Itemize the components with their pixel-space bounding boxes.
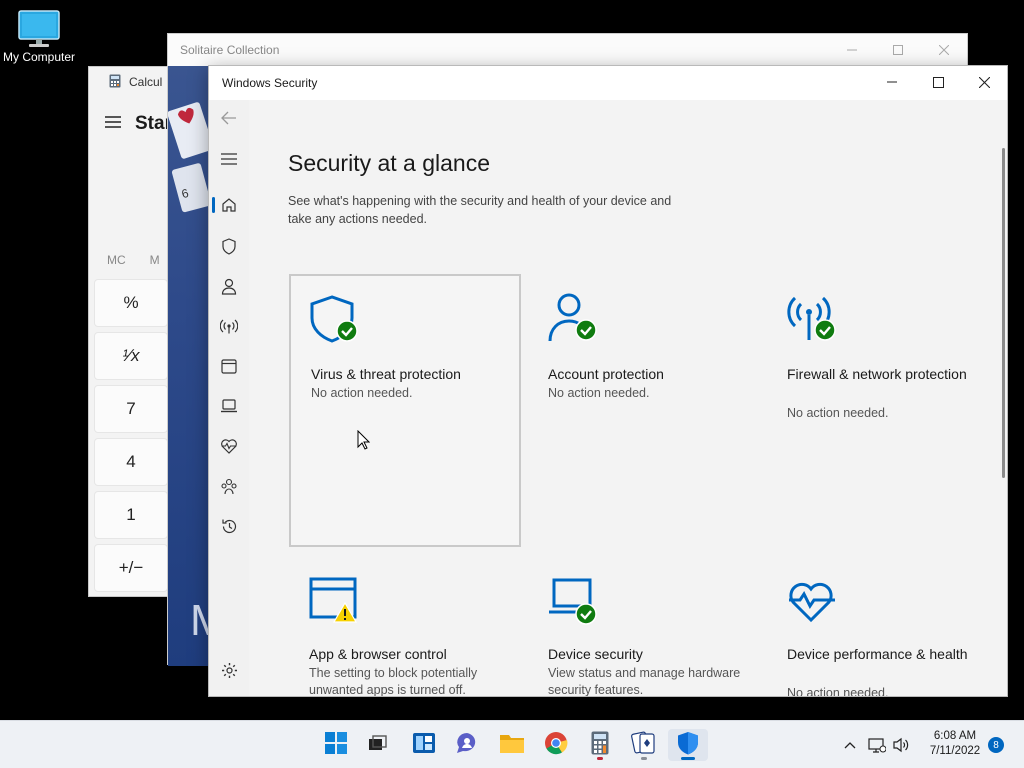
card-status: No action needed. [787, 686, 889, 696]
page-title: Security at a glance [288, 150, 491, 176]
nav-app-browser-icon[interactable] [209, 351, 249, 381]
running-indicator [681, 757, 695, 760]
minimize-button[interactable] [869, 66, 915, 98]
back-arrow-icon[interactable] [209, 103, 249, 133]
device-performance-card[interactable]: Device performance & health No action ne… [769, 556, 1001, 696]
card-status: View status and manage hardware security… [548, 666, 741, 696]
vertical-scrollbar[interactable] [1002, 148, 1005, 478]
nav-settings-gear-icon[interactable] [209, 655, 249, 685]
virus-threat-card[interactable]: Virus & threat protection No action need… [289, 274, 521, 547]
page-subtitle: See what's happening with the security a… [288, 194, 672, 226]
nav-history-icon[interactable] [209, 511, 249, 541]
card-title: Firewall & network protection [787, 366, 967, 382]
security-nav-rail [209, 100, 249, 696]
device-security-card[interactable]: Device security View status and manage h… [529, 556, 761, 696]
digit-1-key[interactable]: 1 [94, 491, 168, 539]
chat-icon [455, 732, 479, 759]
desktop-icon-my-computer[interactable]: My Computer [0, 8, 78, 64]
solitaire-close-button[interactable] [921, 34, 967, 66]
digit-7-key[interactable]: 7 [94, 385, 168, 433]
memory-recall-button[interactable]: M [150, 253, 160, 267]
playing-cards-icon [631, 731, 657, 760]
desktop-icon-label: My Computer [2, 50, 76, 64]
close-button[interactable] [961, 66, 1007, 98]
taskbar-file-explorer[interactable] [492, 729, 532, 761]
reciprocal-key[interactable]: ¹∕x [94, 332, 168, 380]
clock-time: 6:08 AM [933, 730, 977, 742]
security-shield-icon [677, 731, 699, 760]
laptop-check-icon [548, 576, 600, 628]
widgets-icon [412, 732, 436, 759]
digit-4-key[interactable]: 4 [94, 438, 168, 486]
shield-check-icon [309, 294, 361, 346]
nav-family-icon[interactable] [209, 471, 249, 501]
notification-badge[interactable]: 8 [988, 737, 1004, 753]
taskbar: 6:08 AM 7/11/2022 8 [0, 720, 1024, 768]
nav-home-icon[interactable] [209, 190, 249, 220]
card-title: Virus & threat protection [311, 366, 461, 382]
windows-security-window[interactable]: Windows Security Security at a glance Se… [208, 65, 1008, 697]
browser-warning-icon [309, 576, 361, 628]
security-window-title: Windows Security [222, 76, 318, 90]
taskbar-task-view[interactable] [358, 729, 398, 761]
taskbar-solitaire[interactable] [624, 729, 664, 761]
nav-device-security-icon[interactable] [209, 391, 249, 421]
card-title: Device performance & health [787, 646, 968, 662]
volume-icon[interactable] [890, 737, 912, 753]
card-status: No action needed. [548, 386, 650, 400]
card-title: Device security [548, 646, 643, 662]
calculator-title: Calcul [129, 75, 163, 89]
negate-key[interactable]: +/− [94, 544, 168, 592]
taskbar-chrome[interactable] [536, 729, 576, 761]
folder-icon [499, 732, 525, 759]
windows-logo-icon [325, 731, 347, 759]
nav-account-icon[interactable] [209, 271, 249, 301]
taskbar-calculator[interactable] [580, 729, 620, 761]
taskbar-chat[interactable] [447, 729, 487, 761]
calculator-app-icon [109, 74, 121, 91]
security-main-content: Security at a glance See what's happenin… [249, 100, 1007, 696]
clock-date: 7/11/2022 [929, 745, 981, 757]
card-status: The setting to block potentially unwante… [309, 666, 478, 696]
card-status: No action needed. [311, 386, 413, 400]
taskbar-widgets[interactable] [404, 729, 444, 761]
mouse-cursor-icon [357, 429, 371, 455]
card-title: Account protection [548, 366, 664, 382]
taskbar-windows-security[interactable] [668, 729, 708, 761]
monitor-icon [17, 10, 61, 47]
nav-firewall-icon[interactable] [209, 311, 249, 341]
account-protection-card[interactable]: Account protection No action needed. [529, 274, 761, 547]
antenna-check-icon [787, 292, 839, 344]
heart-pulse-icon [787, 576, 839, 628]
person-check-icon [548, 292, 600, 344]
maximize-button[interactable] [915, 66, 961, 98]
solitaire-art-text: M [190, 596, 210, 645]
network-icon[interactable] [864, 737, 890, 753]
percent-key[interactable]: % [94, 279, 168, 327]
hamburger-menu-icon[interactable] [105, 113, 121, 135]
system-tray [840, 721, 912, 768]
show-hidden-icons-chevron-icon[interactable] [840, 741, 860, 749]
solitaire-card-art: 6 M [168, 66, 210, 666]
running-indicator [597, 757, 603, 760]
chrome-icon [544, 731, 568, 760]
solitaire-maximize-button[interactable] [875, 34, 921, 66]
app-browser-card[interactable]: App & browser control The setting to blo… [289, 556, 521, 696]
taskbar-clock[interactable]: 6:08 AM 7/11/2022 [918, 729, 992, 759]
task-view-icon [367, 734, 389, 757]
card-title: App & browser control [309, 646, 447, 662]
memory-clear-button[interactable]: MC [107, 253, 126, 267]
running-indicator [641, 757, 647, 760]
calculator-icon [591, 731, 609, 760]
nav-shield-icon[interactable] [209, 231, 249, 261]
start-button[interactable] [316, 729, 356, 761]
nav-health-icon[interactable] [209, 431, 249, 461]
card-status: No action needed. [787, 406, 889, 420]
firewall-network-card[interactable]: Firewall & network protection No action … [769, 274, 1001, 547]
solitaire-minimize-button[interactable] [829, 34, 875, 66]
nav-menu-icon[interactable] [209, 144, 249, 174]
